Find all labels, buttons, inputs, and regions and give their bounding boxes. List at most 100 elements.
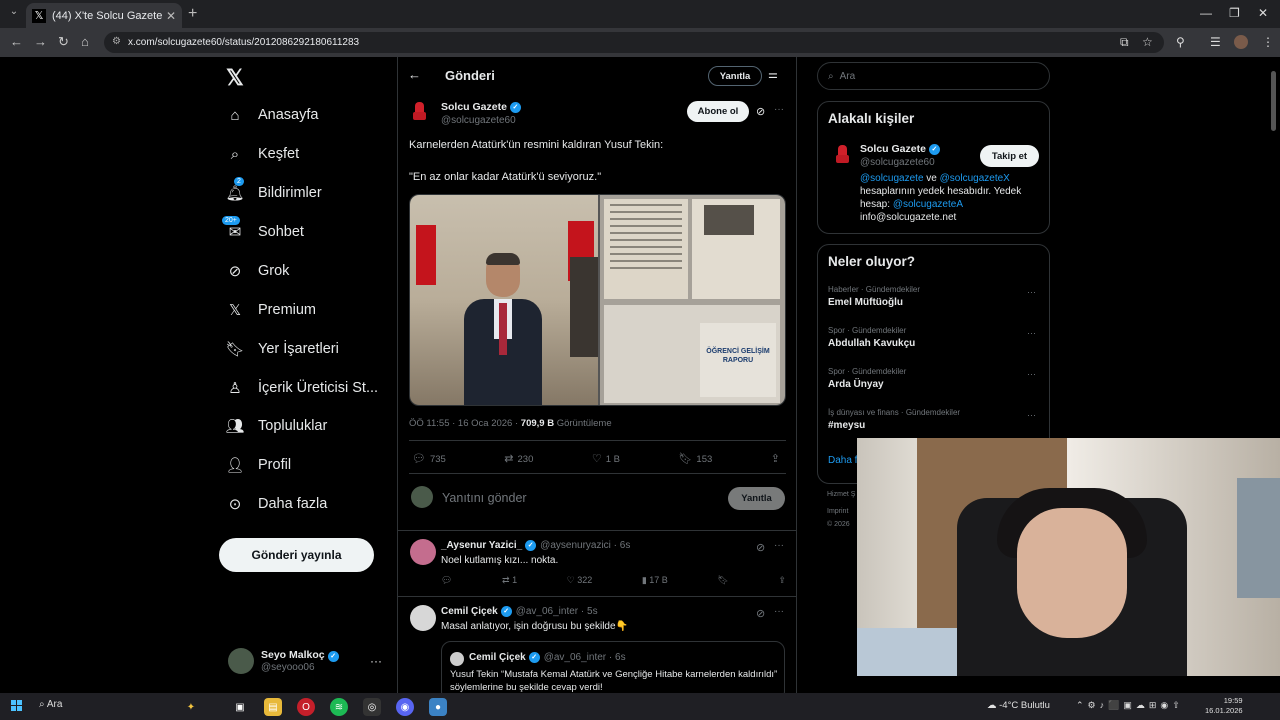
tab-close-icon[interactable]: ✕ [166, 9, 176, 23]
show-more-link[interactable]: Daha f [828, 455, 857, 466]
tweet-author-handle[interactable]: @solcugazete60 [441, 115, 516, 126]
sidebar-item-premium[interactable]: 𝕏 Premium [226, 301, 316, 319]
related-name[interactable]: Solcu Gazete ✓ [860, 143, 940, 155]
reply-submit-button[interactable]: Yanıtla [728, 487, 785, 510]
tab-search-icon[interactable]: ⌄ [6, 6, 22, 22]
more-icon[interactable]: ··· [1027, 410, 1036, 420]
avatar[interactable] [410, 539, 436, 565]
more-icon[interactable]: ··· [1027, 369, 1036, 379]
tweet-author-name[interactable]: Solcu Gazete ✓ [441, 101, 521, 113]
copilot-icon[interactable]: ✦ [182, 698, 200, 716]
sidebar-item-profile[interactable]: 👤︎ Profil [225, 456, 291, 474]
window-close-icon[interactable]: ✕ [1258, 6, 1268, 20]
reply-item[interactable]: _Aysenur Yazici_ ✓ @aysenuryazici · 6s Noe… [398, 531, 796, 597]
sidebar-item-bookmarks[interactable]: 🔖︎ Yer İşaretleri [225, 340, 338, 358]
avatar[interactable] [410, 605, 436, 631]
like-action[interactable]: ♡ 1 B [592, 452, 620, 465]
back-icon[interactable]: ← [10, 34, 23, 49]
opera-icon[interactable]: O [297, 698, 315, 716]
sidebar-item-notifications[interactable]: 🔔︎ 2 Bildirimler [225, 177, 322, 202]
footer-link[interactable]: Imprint [827, 508, 848, 515]
more-icon[interactable]: ··· [774, 606, 784, 617]
like-action[interactable]: ♡ 322 [567, 575, 593, 586]
system-tray[interactable]: ⌃⚙♪⬛▣☁⊞◉⇧ [1076, 700, 1184, 711]
share-action[interactable]: ⇪ [771, 452, 784, 465]
forward-icon[interactable]: → [34, 34, 47, 49]
site-info-icon[interactable]: ⚙ [112, 36, 121, 47]
follow-button[interactable]: Takip et [980, 145, 1039, 167]
sidebar-item-chat[interactable]: ✉ 20+ Sohbet [222, 216, 304, 241]
back-arrow-icon[interactable]: ← [408, 67, 421, 82]
post-button[interactable]: Gönderi yayınla [219, 538, 374, 572]
footer-link[interactable]: Hizmet Ş [827, 491, 855, 498]
reply-author-name[interactable]: _Aysenur Yazici_ [441, 540, 522, 551]
subscribe-button[interactable]: Abone ol [687, 101, 749, 122]
sidebar-item-creator-studio[interactable]: ♙ İçerik Üreticisi St... [226, 379, 378, 397]
taskbar-clock[interactable]: 19:59 16.01.2026 [1205, 696, 1243, 716]
report-card-photo[interactable]: ÖĞRENCİ GELİŞİM RAPORU [598, 195, 785, 405]
address-bar[interactable]: ⚙ x.com/solcugazete60/status/20120862921… [104, 32, 1164, 53]
grok-icon[interactable]: ⊘ [756, 105, 765, 118]
mention-link[interactable]: @solcugazeteX [940, 173, 1010, 184]
trend-item[interactable]: Spor · Gündemdekiler Arda Ünyay ··· [828, 367, 1043, 390]
header-reply-button[interactable]: Yanıtla [708, 66, 762, 86]
tweet-time[interactable]: ÖÖ 11:55 · 16 Oca 2026 · [409, 418, 521, 429]
file-explorer-icon[interactable]: ▤ [264, 698, 282, 716]
more-icon[interactable]: ··· [1027, 328, 1036, 338]
trend-item[interactable]: Haberler · Gündemdekiler Emel Müftüoğlu … [828, 285, 1043, 308]
task-view-icon[interactable]: ▣ [231, 698, 249, 716]
weather-widget[interactable]: ☁ -4°C Bulutlu [987, 700, 1050, 711]
reading-list-icon[interactable]: ☰ [1210, 35, 1221, 49]
new-tab-icon[interactable]: + [188, 5, 197, 23]
minimize-icon[interactable]: — [1200, 6, 1212, 20]
x-logo-icon[interactable]: 𝕏 [226, 65, 244, 91]
bookmark-action[interactable]: 🔖︎ 153 [678, 452, 712, 465]
taskbar-search[interactable]: ⌕ Ara [39, 699, 62, 710]
spotify-icon[interactable]: ≋ [330, 698, 348, 716]
avatar[interactable] [409, 100, 431, 122]
more-icon[interactable]: ··· [1027, 287, 1036, 297]
sidebar-item-home[interactable]: ⌂ Anasayfa [226, 106, 318, 124]
sidebar-item-communities[interactable]: 👥︎ Topluluklar [225, 417, 327, 435]
reply-icon[interactable]: 💬︎ [441, 575, 452, 586]
home-button-icon[interactable]: ⌂ [81, 34, 89, 49]
share-icon[interactable]: ⇪ [778, 575, 786, 586]
search-input[interactable]: ⌕ Ara [817, 62, 1050, 90]
profile-avatar[interactable] [1234, 35, 1248, 49]
reply-item[interactable]: Cemil Çiçek ✓ @av_06_inter · 5s Masal anla… [398, 597, 796, 693]
mention-link[interactable]: @solcugazete [860, 173, 924, 184]
app-icon[interactable]: ◎ [363, 698, 381, 716]
more-icon[interactable]: ··· [774, 540, 784, 551]
trend-item[interactable]: Spor · Gündemdekiler Abdullah Kavukçu ··… [828, 326, 1043, 349]
avatar[interactable] [832, 143, 854, 165]
account-switcher[interactable]: Seyo Malkoç ✓ @seyooo06 ··· [228, 648, 382, 674]
mention-link[interactable]: @solcugazeteA [893, 199, 963, 210]
browser-tab-active[interactable]: 𝕏 (44) X'te Solcu Gazete: "Karnelerden ✕ [26, 3, 182, 28]
views-action[interactable]: ▮ 17 B [642, 575, 668, 586]
restore-icon[interactable]: ❐ [1229, 6, 1240, 20]
tweet-media[interactable]: ÖĞRENCİ GELİŞİM RAPORU [409, 194, 786, 406]
retweet-action[interactable]: ⇄ 1 [502, 575, 517, 586]
sidebar-item-explore[interactable]: ⌕ Keşfet [226, 145, 299, 163]
sliders-icon[interactable]: ⚌ [768, 68, 778, 81]
reply-input[interactable]: Yanıtını gönder [442, 491, 527, 505]
more-icon[interactable]: ··· [370, 654, 382, 668]
more-icon[interactable]: ··· [774, 104, 784, 115]
grok-icon[interactable]: ⊘ [756, 607, 765, 620]
quoted-tweet[interactable]: Cemil Çiçek ✓ @av_06_inter · 6s Yusuf Teki… [441, 641, 785, 693]
bookmark-icon[interactable]: 🔖︎ [717, 575, 728, 586]
minister-photo[interactable] [410, 195, 598, 405]
windows-start-icon[interactable] [11, 700, 23, 712]
bookmark-star-icon[interactable]: ☆ [1142, 35, 1153, 49]
sidebar-item-more[interactable]: ⊙ Daha fazla [226, 495, 328, 513]
reply-author-name[interactable]: Cemil Çiçek [441, 606, 498, 617]
chrome-icon[interactable]: ● [429, 698, 447, 716]
sidebar-item-grok[interactable]: ⊘ Grok [226, 262, 290, 280]
reply-action[interactable]: 💬︎ 735 [412, 452, 446, 465]
reload-icon[interactable]: ↻ [58, 34, 69, 50]
trend-item[interactable]: İş dünyası ve finans · Gündemdekiler #me… [828, 408, 1043, 431]
scrollbar-thumb[interactable] [1271, 71, 1276, 131]
extensions-icon[interactable]: ⚲ [1176, 35, 1185, 49]
discord-icon[interactable]: ◉ [396, 698, 414, 716]
browser-menu-icon[interactable]: ⋮ [1262, 35, 1274, 49]
